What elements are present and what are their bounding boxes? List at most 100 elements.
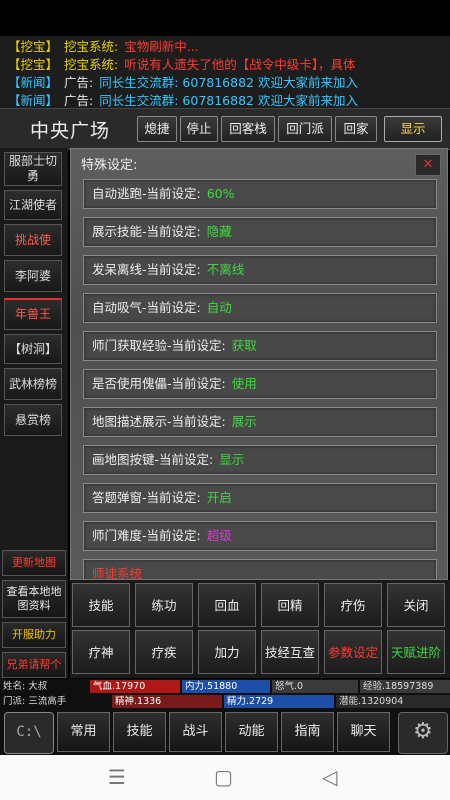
- action-button[interactable]: 回精: [261, 583, 319, 627]
- setting-row[interactable]: 发呆离线-当前设定: 不离线: [83, 255, 437, 285]
- stat-jingshen: 精神.1336: [112, 695, 222, 708]
- close-icon[interactable]: ✕: [415, 154, 441, 176]
- top-bar: 中央广场 熄捷 停止 回客栈 回门派 回家 显示: [0, 108, 450, 150]
- news-message: 同长生交流群: 607816882 欢迎大家前来加入: [99, 93, 358, 108]
- npc-button-5[interactable]: 年兽王: [4, 298, 62, 330]
- tab-chat[interactable]: 聊天: [337, 712, 390, 752]
- back-icon[interactable]: ◁: [322, 765, 337, 789]
- setting-value: 超级: [206, 528, 232, 543]
- setting-row[interactable]: 自动吸气-当前设定: 自动: [83, 293, 437, 323]
- tab-battle[interactable]: 战斗: [169, 712, 222, 752]
- setting-row[interactable]: 展示技能-当前设定: 隐藏: [83, 217, 437, 247]
- location-title: 中央广场: [30, 120, 111, 142]
- setting-label: 师门获取经验-当前设定:: [92, 338, 226, 353]
- setting-value: 显示: [219, 452, 245, 467]
- setting-label: 是否使用傀儡-当前设定:: [92, 376, 226, 391]
- npc-button-4[interactable]: 李阿婆: [4, 260, 62, 292]
- news-row: 【新闻】 广告: 同长生交流群: 607816882 欢迎大家前来加入: [8, 74, 450, 92]
- npc-button-8[interactable]: 悬赏榜: [4, 404, 62, 436]
- tab-energy[interactable]: 动能: [225, 712, 278, 752]
- setting-value: 不离线: [206, 262, 245, 277]
- npc-button-6[interactable]: 【树洞】: [4, 334, 62, 364]
- news-label: 挖宝系统:: [64, 57, 119, 72]
- action-button[interactable]: 练功: [135, 583, 193, 627]
- action-button[interactable]: 天赋进阶: [387, 630, 445, 674]
- news-message: 听说有人遗失了他的【战令中级卡】，具体: [124, 57, 356, 72]
- setting-value: 获取: [231, 338, 257, 353]
- news-row: 【挖宝】 挖宝系统: 听说有人遗失了他的【战令中级卡】，具体: [8, 56, 450, 74]
- gear-icon[interactable]: ⚙: [398, 712, 448, 754]
- stat-name: 姓名: 大叔: [0, 680, 88, 693]
- status-bar: [0, 0, 450, 36]
- action-button[interactable]: 关闭: [387, 583, 445, 627]
- setting-row[interactable]: 地图描述展示-当前设定: 展示: [83, 407, 437, 437]
- setting-label: 师门难度-当前设定:: [92, 528, 201, 543]
- setting-row[interactable]: 师门获取经验-当前设定: 获取: [83, 331, 437, 361]
- npc-button-1[interactable]: 服部士切勇: [4, 152, 62, 186]
- action-button[interactable]: 疗疾: [135, 630, 193, 674]
- help-button[interactable]: 兄弟请帮个: [2, 652, 66, 678]
- action-button[interactable]: 回血: [198, 583, 256, 627]
- tab-skills[interactable]: 技能: [113, 712, 166, 752]
- setting-row[interactable]: 自动逃跑-当前设定: 60%: [83, 179, 437, 209]
- update-map-label: 更新地图: [12, 556, 56, 569]
- setting-value: 自动: [206, 300, 232, 315]
- action-button[interactable]: 疗神: [72, 630, 130, 674]
- android-nav-bar: ☰ ▢ ◁: [0, 755, 450, 800]
- setting-row[interactable]: 师徒系统: [83, 559, 437, 580]
- action-button[interactable]: 技能: [72, 583, 130, 627]
- setting-label: 发呆离线-当前设定:: [92, 262, 201, 277]
- news-row: 【挖宝】 挖宝系统: 宝物刷新中...: [8, 38, 450, 56]
- setting-value: 60%: [206, 186, 235, 201]
- news-label: 挖宝系统:: [64, 39, 119, 54]
- news-tag: 【挖宝】: [8, 39, 59, 54]
- stat-school: 门派: 三流高手: [0, 695, 110, 708]
- news-feed: 【挖宝】 挖宝系统: 宝物刷新中... 【挖宝】 挖宝系统: 听说有人遗失了他的【战令中级…: [0, 36, 450, 108]
- settings-panel: 特殊设定: ✕ 自动逃跑-当前设定: 60% 展示技能-当前设定: 隐藏 发呆离线-当前…: [70, 148, 448, 580]
- return-inn-button[interactable]: 回客栈: [221, 116, 275, 142]
- npc-button-2[interactable]: 江湖使者: [4, 190, 62, 220]
- tab-guide[interactable]: 指南: [281, 712, 334, 752]
- news-message: 同长生交流群: 607816882 欢迎大家前来加入: [99, 75, 358, 90]
- news-label: 广告:: [64, 93, 94, 108]
- setting-row[interactable]: 师门难度-当前设定: 超级: [83, 521, 437, 551]
- news-label: 广告:: [64, 75, 94, 90]
- stat-hp: 气血.17970: [90, 680, 180, 693]
- panel-title: 特殊设定:: [81, 158, 138, 173]
- return-home-button[interactable]: 回家: [335, 116, 377, 142]
- local-map-button[interactable]: 查看本地地图资料: [2, 580, 66, 618]
- server-boost-button[interactable]: 开服助力: [2, 622, 66, 648]
- return-sect-button[interactable]: 回门派: [278, 116, 332, 142]
- action-button[interactable]: 加力: [198, 630, 256, 674]
- setting-label: 自动逃跑-当前设定:: [92, 186, 201, 201]
- setting-label: 画地图按键-当前设定:: [92, 452, 214, 467]
- stop-button[interactable]: 停止: [180, 116, 218, 142]
- local-map-label: 查看本地地图资料: [6, 585, 62, 612]
- news-row: 【新闻】 广告: 同长生交流群: 607816882 欢迎大家前来加入: [8, 92, 450, 108]
- action-button[interactable]: 技经互查: [261, 630, 319, 674]
- action-button[interactable]: 疗伤: [324, 583, 382, 627]
- npc-button-7[interactable]: 武林榜榜: [4, 368, 62, 400]
- action-grid: 技能 练功 回血 回精 疗伤 关闭疗神 疗疾 加力 技经互查 参数设定 天赋进阶: [70, 580, 450, 678]
- action-button[interactable]: 参数设定: [324, 630, 382, 674]
- stat-exp: 经验.18597389: [360, 680, 450, 693]
- setting-row[interactable]: 是否使用傀儡-当前设定: 使用: [83, 369, 437, 399]
- menu-icon[interactable]: ☰: [108, 765, 126, 789]
- news-message: 宝物刷新中...: [124, 39, 199, 54]
- setting-label: 师徒系统: [92, 566, 143, 580]
- setting-label: 展示技能-当前设定:: [92, 224, 201, 239]
- show-button[interactable]: 显示: [384, 116, 442, 142]
- home-icon[interactable]: ▢: [214, 765, 233, 789]
- stats-panel: 姓名: 大叔 气血.17970 内力.51880 怒气.0 经验.1859738…: [0, 679, 450, 709]
- stat-jingli: 精力.2729: [224, 695, 334, 708]
- command-icon[interactable]: C:\: [4, 712, 54, 754]
- setting-row[interactable]: 答题弹窗-当前设定: 开启: [83, 483, 437, 513]
- tab-common[interactable]: 常用: [57, 712, 110, 752]
- news-tag: 【新闻】: [8, 93, 59, 108]
- left-menu: 服部士切勇 江湖使者 挑战使 李阿婆 年兽王 【树洞】 武林榜榜 悬赏榜: [0, 148, 68, 578]
- setting-row[interactable]: 画地图按键-当前设定: 显示: [83, 445, 437, 475]
- update-map-button[interactable]: 更新地图: [2, 550, 66, 576]
- npc-button-3[interactable]: 挑战使: [4, 224, 62, 256]
- quick-button[interactable]: 熄捷: [137, 116, 177, 142]
- server-boost-label: 开服助力: [12, 628, 56, 641]
